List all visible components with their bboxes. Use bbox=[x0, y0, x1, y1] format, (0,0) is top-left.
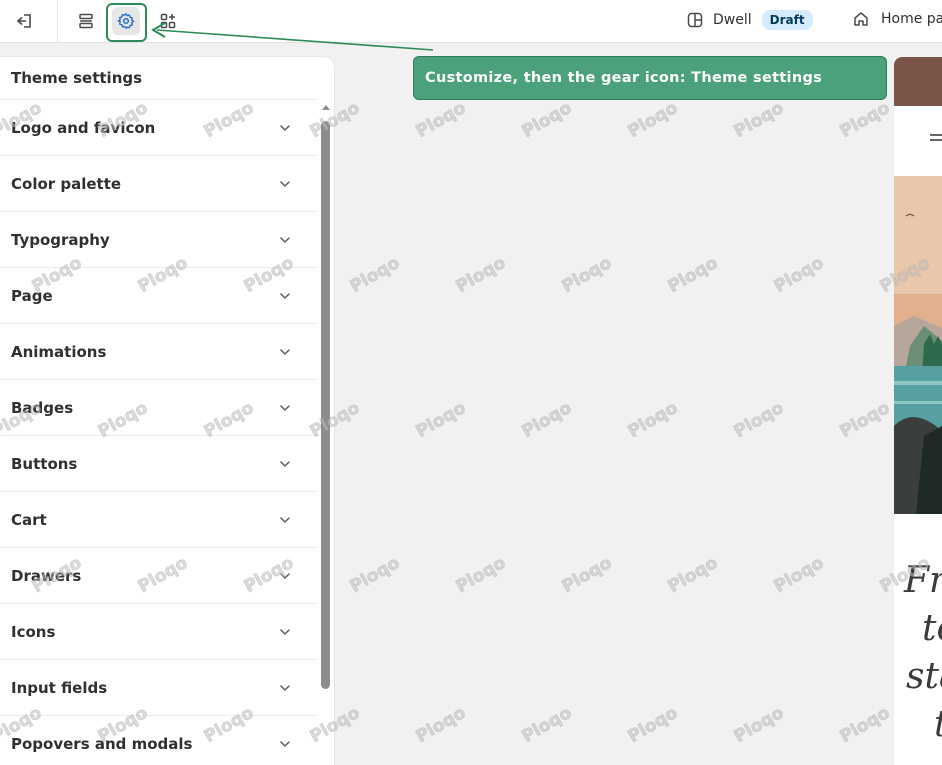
chevron-down-icon bbox=[280, 628, 290, 635]
watermark-text: Ploqo bbox=[770, 552, 828, 598]
settings-row-label: Badges bbox=[11, 398, 74, 417]
settings-row[interactable]: Popovers and modals bbox=[0, 716, 318, 765]
watermark-text: Ploqo bbox=[558, 252, 616, 298]
tutorial-callout: Customize, then the gear icon: Theme set… bbox=[413, 56, 887, 100]
settings-row[interactable]: Badges bbox=[0, 380, 318, 436]
watermark-text: Ploqo bbox=[518, 97, 576, 143]
hero-line: t bbox=[904, 701, 942, 749]
preview-hero-heading: Fr to sta t bbox=[904, 557, 942, 749]
chevron-down-icon bbox=[280, 348, 290, 355]
watermark-text: Ploqo bbox=[770, 252, 828, 298]
theme-settings-panel: Theme settings Logo and favicon Color pal… bbox=[0, 57, 334, 765]
settings-row[interactable]: Color palette bbox=[0, 156, 318, 212]
settings-row[interactable]: Typography bbox=[0, 212, 318, 268]
page-selector-label: Home pa bbox=[881, 11, 942, 27]
hero-line: Fr bbox=[904, 560, 942, 601]
watermark-text: Ploqo bbox=[412, 702, 470, 748]
top-bar: Dwell Draft Home pa bbox=[0, 0, 942, 43]
hero-line: sta bbox=[906, 656, 942, 697]
theme-name: Dwell bbox=[713, 12, 752, 28]
watermark-text: Ploqo bbox=[624, 97, 682, 143]
watermark-text: Ploqo bbox=[346, 252, 404, 298]
page-selector[interactable]: Home pa bbox=[852, 10, 942, 28]
callout-text: Customize, then the gear icon: Theme set… bbox=[425, 70, 823, 86]
settings-row[interactable]: Animations bbox=[0, 324, 318, 380]
sections-icon[interactable] bbox=[72, 7, 100, 35]
settings-row[interactable]: Input fields bbox=[0, 660, 318, 716]
watermark-text: Ploqo bbox=[730, 702, 788, 748]
watermark-text: Ploqo bbox=[664, 552, 722, 598]
theme-selector[interactable]: Dwell Draft bbox=[686, 10, 813, 30]
settings-row-label: Typography bbox=[11, 230, 110, 249]
hero-line: to bbox=[922, 608, 942, 649]
watermark-text: Ploqo bbox=[412, 397, 470, 443]
gear-highlight-box bbox=[106, 3, 147, 42]
chevron-down-icon bbox=[280, 516, 290, 523]
panel-title: Theme settings bbox=[11, 69, 143, 87]
topbar-divider bbox=[57, 0, 58, 42]
watermark-text: Ploqo bbox=[346, 552, 404, 598]
chevron-down-icon bbox=[280, 740, 290, 747]
settings-row[interactable]: Icons bbox=[0, 604, 318, 660]
chevron-down-icon bbox=[280, 292, 290, 299]
watermark-text: Ploqo bbox=[624, 397, 682, 443]
settings-row[interactable]: Logo and favicon bbox=[0, 100, 318, 156]
scrollbar-thumb[interactable] bbox=[321, 121, 330, 689]
settings-row[interactable]: Page bbox=[0, 268, 318, 324]
watermark-text: Ploqo bbox=[730, 97, 788, 143]
watermark-text: Ploqo bbox=[730, 397, 788, 443]
storefront-preview[interactable]: Fr to sta t bbox=[894, 57, 942, 765]
settings-row-label: Cart bbox=[11, 510, 47, 529]
settings-row-label: Animations bbox=[11, 342, 107, 361]
layout-icon bbox=[687, 12, 703, 28]
chevron-down-icon bbox=[280, 460, 290, 467]
watermark-text: Ploqo bbox=[836, 702, 894, 748]
chevron-down-icon bbox=[280, 684, 290, 691]
chevron-down-icon bbox=[280, 572, 290, 579]
watermark-text: Ploqo bbox=[836, 97, 894, 143]
watermark-text: Ploqo bbox=[452, 252, 510, 298]
settings-row-label: Input fields bbox=[11, 678, 108, 697]
watermark-text: Ploqo bbox=[518, 397, 576, 443]
preview-hero-image bbox=[894, 176, 942, 514]
settings-row-label: Drawers bbox=[11, 566, 82, 585]
settings-row-label: Popovers and modals bbox=[11, 734, 193, 753]
apps-icon[interactable] bbox=[154, 7, 182, 35]
watermark-text: Ploqo bbox=[412, 97, 470, 143]
chevron-down-icon bbox=[280, 404, 290, 411]
watermark-text: Ploqo bbox=[836, 397, 894, 443]
watermark-text: Ploqo bbox=[518, 702, 576, 748]
settings-row-label: Page bbox=[11, 286, 53, 305]
settings-row-label: Logo and favicon bbox=[11, 118, 156, 137]
settings-row-label: Buttons bbox=[11, 454, 78, 473]
scroll-up-arrow[interactable] bbox=[322, 105, 330, 110]
home-icon bbox=[854, 12, 868, 26]
menu-icon[interactable] bbox=[928, 131, 942, 145]
settings-row[interactable]: Buttons bbox=[0, 436, 318, 492]
watermark-text: Ploqo bbox=[624, 702, 682, 748]
watermark-text: Ploqo bbox=[558, 552, 616, 598]
settings-row[interactable]: Drawers bbox=[0, 548, 318, 604]
settings-row-label: Icons bbox=[11, 622, 56, 641]
exit-icon[interactable] bbox=[11, 7, 39, 35]
settings-row-label: Color palette bbox=[11, 174, 122, 193]
preview-announcement-bar bbox=[894, 57, 942, 106]
chevron-down-icon bbox=[280, 180, 290, 187]
watermark-text: Ploqo bbox=[664, 252, 722, 298]
settings-row[interactable]: Cart bbox=[0, 492, 318, 548]
chevron-down-icon bbox=[280, 124, 290, 131]
watermark-text: Ploqo bbox=[452, 552, 510, 598]
chevron-down-icon bbox=[280, 236, 290, 243]
status-badge: Draft bbox=[761, 10, 813, 30]
